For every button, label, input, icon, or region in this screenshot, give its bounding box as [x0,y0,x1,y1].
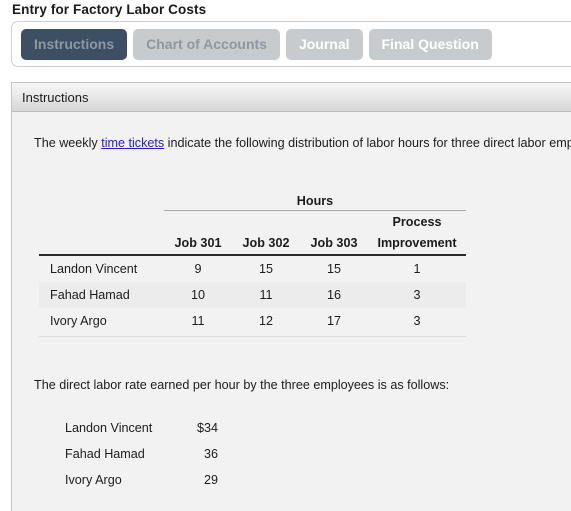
list-item: Fahad Hamad 36 [65,441,218,467]
cell-employee-name: Landon Vincent [50,262,138,276]
table-row: Landon Vincent 9 15 15 1 [39,255,466,282]
hours-span-header-row: Hours [39,189,466,210]
hours-process-header-row: Process [39,211,466,230]
cell-job301: 11 [191,314,205,328]
instructions-panel: Instructions The weekly time tickets ind… [11,82,571,511]
hours-table-bottom-rule [39,334,466,337]
column-header-job301: Job 301 [174,236,222,250]
tab-list: Instructions Chart of Accounts Journal F… [21,29,492,60]
page-title: Entry for Factory Labor Costs [12,2,207,17]
intro-paragraph: The weekly time tickets indicate the fol… [34,136,571,150]
hours-table-bottom-rule-row [39,334,466,337]
hours-process-blank [39,211,164,230]
column-header-job302: Job 302 [242,236,290,250]
rate-value: 36 [203,447,218,461]
hours-process-blank-3 [300,211,368,230]
column-header-job303: Job 303 [310,236,358,250]
cell-job303: 15 [326,262,341,276]
cell-job302: 12 [258,314,273,328]
app-root: Entry for Factory Labor Costs Instructio… [0,0,571,511]
rate-employee-name: Ivory Argo [65,473,122,487]
rate-employee-name: Landon Vincent [65,421,153,435]
intro-text-before: The weekly [34,136,102,150]
table-row: Ivory Argo 11 12 17 3 [39,308,466,334]
hours-table: Hours Process Job 301 Job 302 Job 303 Im… [39,189,466,337]
cell-job301: 10 [190,288,205,302]
cell-job301: 9 [194,262,202,276]
hours-span-header: Hours [296,194,334,208]
tab-instructions[interactable]: Instructions [21,29,128,60]
tab-chart-of-accounts[interactable]: Chart of Accounts [133,29,280,60]
hours-column-header-row: Job 301 Job 302 Job 303 Improvement [39,230,466,251]
rate-employee-name: Fahad Hamad [65,447,145,461]
list-item: Ivory Argo 29 [65,467,218,493]
intro-text-after: indicate the following distribution of l… [164,136,571,150]
cell-employee-name: Ivory Argo [50,314,107,328]
cell-job302: 15 [258,262,273,276]
cell-job303: 16 [326,288,341,302]
list-item: Landon Vincent $34 [65,415,218,441]
rate-value: $34 [196,421,218,435]
tab-final-question[interactable]: Final Question [368,29,492,60]
cell-process-improvement: 3 [413,288,421,302]
cell-process-improvement: 1 [413,262,421,276]
rates-table: Landon Vincent $34 Fahad Hamad 36 Ivory … [65,415,218,493]
cell-job302: 11 [259,288,273,302]
tab-strip: Instructions Chart of Accounts Journal F… [11,21,571,67]
panel-header-title: Instructions [12,83,571,112]
column-header-process-line2: Improvement [377,236,457,250]
hours-span-blank [39,189,164,210]
hours-process-blank-1 [164,211,232,230]
rates-intro-paragraph: The direct labor rate earned per hour by… [34,378,450,392]
table-row: Fahad Hamad 10 11 16 3 [39,282,466,308]
time-tickets-link[interactable]: time tickets [101,136,164,150]
rate-value: 29 [203,473,218,487]
tab-journal[interactable]: Journal [285,29,363,60]
cell-process-improvement: 3 [413,314,421,328]
cell-employee-name: Fahad Hamad [50,288,130,302]
cell-job303: 17 [326,314,341,328]
hours-process-blank-2 [232,211,300,230]
column-header-process-line1: Process [392,215,442,229]
column-header-employee [39,230,164,251]
